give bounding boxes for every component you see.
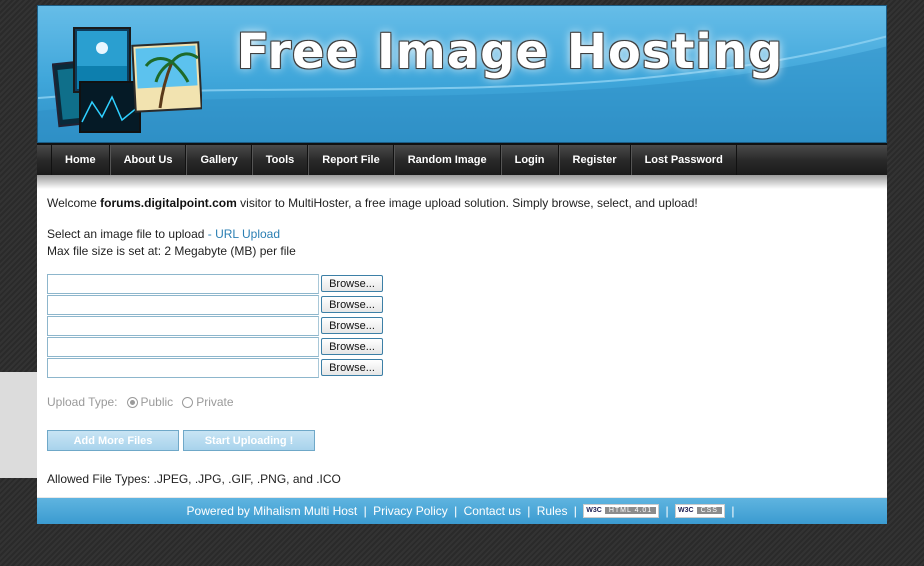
main-nav: Home About Us Gallery Tools Report File …: [37, 143, 887, 175]
file-path-field[interactable]: [47, 273, 319, 294]
nav-login[interactable]: Login: [500, 145, 559, 175]
logo-photo-collage: [52, 27, 202, 133]
w3c-logo-text: W3C: [678, 506, 694, 514]
footer-separator: |: [363, 504, 367, 518]
nav-home[interactable]: Home: [51, 145, 110, 175]
upload-actions: Add More Files Start Uploading !: [47, 430, 319, 451]
site-footer: Powered by Mihalism Multi Host | Privacy…: [37, 497, 887, 524]
public-radio[interactable]: [126, 396, 138, 408]
select-text: Select an image file to upload: [47, 227, 205, 241]
nav-about-us[interactable]: About Us: [109, 145, 187, 175]
welcome-suffix: visitor to MultiHoster, a free image upl…: [236, 196, 698, 210]
file-path-field[interactable]: [47, 357, 319, 378]
footer-separator: |: [665, 504, 669, 518]
file-path-field[interactable]: [47, 336, 319, 357]
footer-separator: |: [454, 504, 458, 518]
rules-link[interactable]: Rules: [537, 504, 568, 518]
html-badge-label: HTML 4.01: [604, 506, 657, 514]
nav-tools[interactable]: Tools: [251, 145, 309, 175]
browse-button[interactable]: Browse...: [321, 317, 383, 334]
file-row: Browse...: [47, 315, 383, 336]
main-content: Welcome forums.digitalpoint.com visitor …: [37, 175, 887, 497]
welcome-message: Welcome forums.digitalpoint.com visitor …: [47, 196, 698, 210]
welcome-host: forums.digitalpoint.com: [100, 196, 237, 210]
file-input-list: Browse... Browse... Browse... Browse... …: [47, 273, 383, 378]
max-size-text: Max file size is set at: 2 Megabyte (MB)…: [47, 244, 296, 258]
nav-register[interactable]: Register: [558, 145, 631, 175]
select-instructions: Select an image file to upload - URL Upl…: [47, 227, 280, 241]
start-uploading-button[interactable]: Start Uploading !: [183, 430, 315, 451]
footer-separator: |: [527, 504, 531, 518]
footer-separator: |: [573, 504, 577, 518]
w3c-css-badge[interactable]: W3C CSS: [675, 503, 725, 518]
file-path-field[interactable]: [47, 294, 319, 315]
nav-report-file[interactable]: Report File: [308, 145, 394, 175]
css-badge-label: CSS: [696, 506, 722, 514]
upload-type-label: Upload Type:: [47, 395, 118, 409]
file-row: Browse...: [47, 336, 383, 357]
upload-type-options: Upload Type: Public Private: [47, 395, 234, 409]
file-path-field[interactable]: [47, 315, 319, 336]
url-upload-link[interactable]: - URL Upload: [204, 227, 280, 241]
welcome-prefix: Welcome: [47, 196, 101, 210]
nav-gallery[interactable]: Gallery: [186, 145, 252, 175]
private-label: Private: [196, 395, 234, 409]
nav-random-image[interactable]: Random Image: [393, 145, 501, 175]
w3c-logo-text: W3C: [586, 506, 602, 514]
content-top-shadow: [37, 175, 887, 189]
public-label: Public: [140, 395, 174, 409]
powered-by-link[interactable]: Powered by Mihalism Multi Host: [187, 504, 358, 518]
footer-separator: |: [731, 504, 735, 518]
privacy-policy-link[interactable]: Privacy Policy: [373, 504, 448, 518]
site-header: Free Image Hosting: [37, 5, 887, 143]
left-background-band: [0, 372, 38, 478]
page-container: Free Image Hosting Home About Us Gallery…: [37, 5, 887, 524]
browse-button[interactable]: Browse...: [321, 296, 383, 313]
browse-button[interactable]: Browse...: [321, 359, 383, 376]
w3c-html-badge[interactable]: W3C HTML 4.01: [583, 503, 660, 518]
file-row: Browse...: [47, 273, 383, 294]
contact-us-link[interactable]: Contact us: [464, 504, 521, 518]
nav-lost-password[interactable]: Lost Password: [630, 145, 737, 175]
browse-button[interactable]: Browse...: [321, 338, 383, 355]
site-title: Free Image Hosting: [236, 24, 784, 80]
file-row: Browse...: [47, 357, 383, 378]
private-radio[interactable]: [182, 396, 194, 408]
add-more-files-button[interactable]: Add More Files: [47, 430, 179, 451]
browse-button[interactable]: Browse...: [321, 275, 383, 292]
allowed-file-types: Allowed File Types: .JPEG, .JPG, .GIF, .…: [47, 472, 341, 486]
file-row: Browse...: [47, 294, 383, 315]
